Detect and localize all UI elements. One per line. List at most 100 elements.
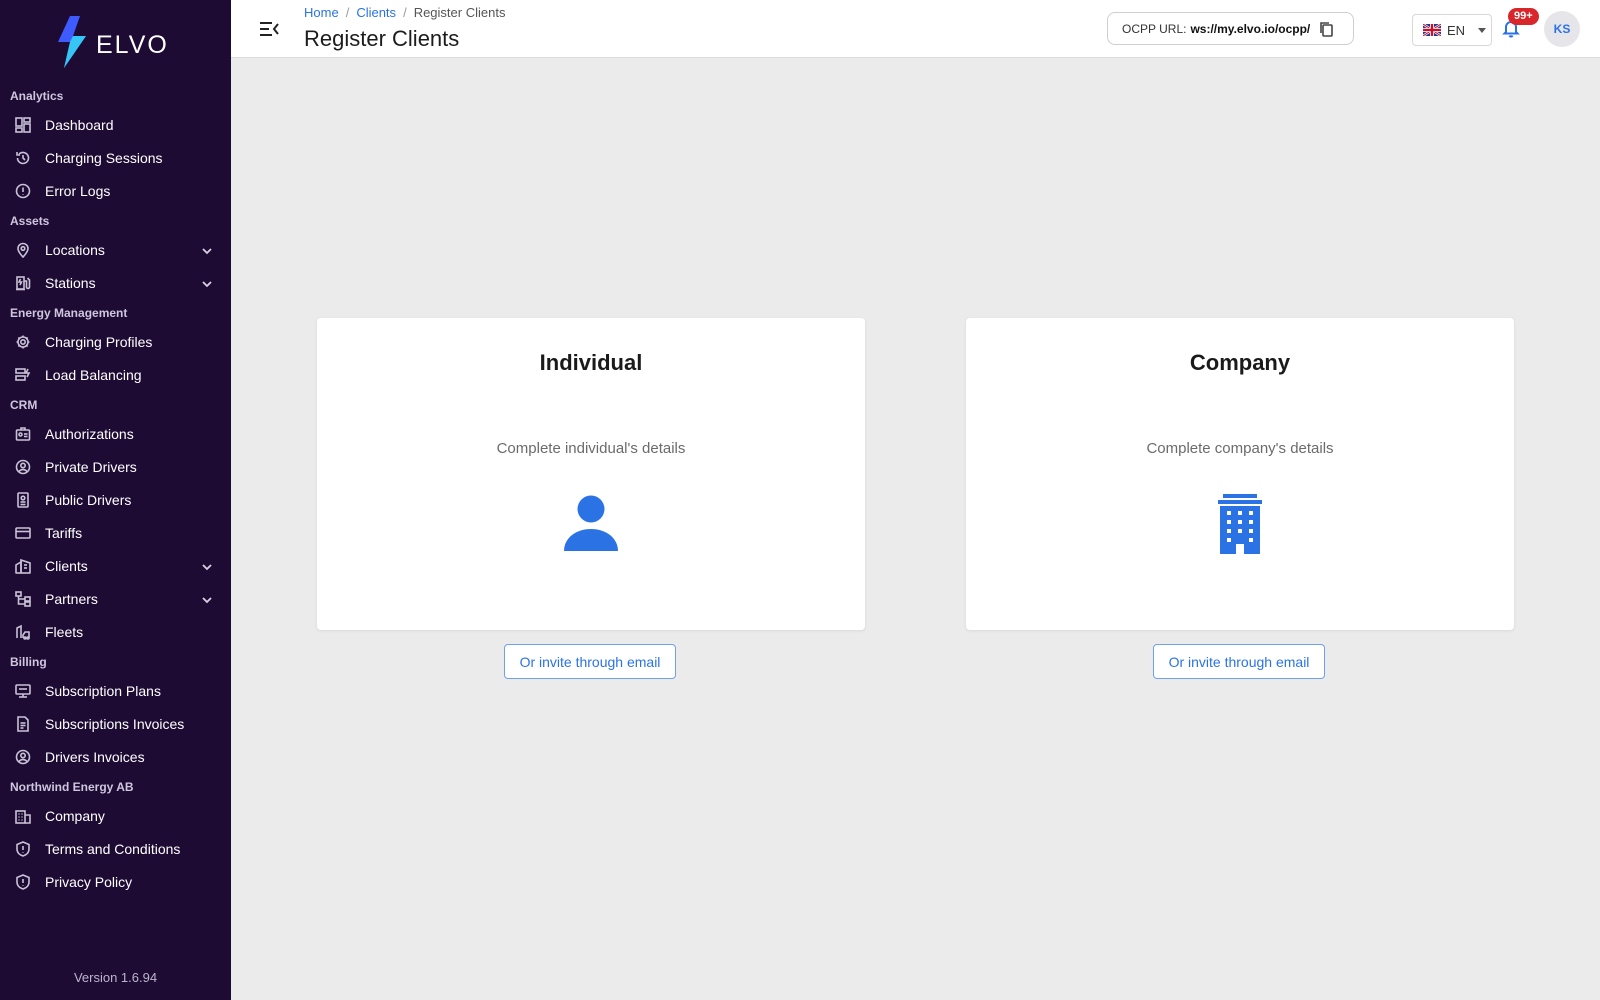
notification-badge: 99+ <box>1508 8 1539 25</box>
chevron-down-icon <box>1478 27 1487 33</box>
language-selector[interactable]: EN <box>1412 14 1492 46</box>
user-avatar[interactable]: KS <box>1544 11 1580 47</box>
sidebar-section-title: Northwind Energy AB <box>10 780 134 794</box>
id-card-icon <box>14 491 32 509</box>
collapse-menu-icon[interactable] <box>259 19 281 39</box>
sidebar-item-locations[interactable]: Locations <box>0 233 231 266</box>
company-invite-button[interactable]: Or invite through email <box>1153 644 1325 679</box>
sidebar-item-label: Clients <box>45 557 88 574</box>
individual-card[interactable]: Individual Complete individual's details <box>317 318 865 630</box>
sidebar-section-title: Assets <box>10 214 50 228</box>
user-circle-icon <box>14 458 32 476</box>
copy-icon[interactable] <box>1318 21 1334 37</box>
history-icon <box>14 149 32 167</box>
sidebar-item-privacy-policy[interactable]: Privacy Policy <box>0 865 231 898</box>
sidebar-item-label: Error Logs <box>45 182 111 199</box>
sidebar-item-company[interactable]: Company <box>0 799 231 832</box>
ocpp-url-value: ws://my.elvo.io/ocpp/ <box>1190 21 1311 36</box>
sidebar-item-public-drivers[interactable]: Public Drivers <box>0 483 231 516</box>
sidebar-item-subscription-plans[interactable]: Subscription Plans <box>0 674 231 707</box>
sidebar-item-partners[interactable]: Partners <box>0 582 231 615</box>
sidebar-item-label: Drivers Invoices <box>45 748 145 765</box>
sidebar-item-label: Subscriptions Invoices <box>45 715 185 732</box>
breadcrumb-home[interactable]: Home <box>304 5 339 20</box>
sidebar-section-title: Energy Management <box>10 306 128 320</box>
uk-flag-icon <box>1423 24 1441 36</box>
top-header: Home / Clients / Register Clients Regist… <box>231 0 1600 58</box>
company-card-subtitle: Complete company's details <box>1146 440 1334 457</box>
sidebar-item-label: Load Balancing <box>45 366 142 383</box>
shield-icon <box>14 873 32 891</box>
sidebar-item-label: Privacy Policy <box>45 873 133 890</box>
sidebar-item-error-logs[interactable]: Error Logs <box>0 174 231 207</box>
chevron-down-icon[interactable] <box>201 593 213 605</box>
alert-circle-icon <box>14 182 32 200</box>
dashboard-icon <box>14 116 32 134</box>
ocpp-url-box: OCPP URL: ws://my.elvo.io/ocpp/ <box>1107 12 1354 45</box>
sidebar-section-title: Analytics <box>10 89 64 103</box>
individual-card-title: Individual <box>539 350 643 375</box>
sidebar-item-charging-sessions[interactable]: Charging Sessions <box>0 141 231 174</box>
breadcrumb-separator: / <box>345 5 350 20</box>
building-icon <box>966 494 1514 554</box>
sidebar-item-fleets[interactable]: Fleets <box>0 615 231 648</box>
breadcrumb-current: Register Clients <box>413 5 506 20</box>
sidebar-item-label: Charging Sessions <box>45 149 163 166</box>
sidebar: ELVO Analytics Dashboard Charging Sessions… <box>0 0 231 1000</box>
sidebar-item-subscriptions-invoices[interactable]: Subscriptions Invoices <box>0 707 231 740</box>
individual-card-subtitle: Complete individual's details <box>496 440 686 457</box>
sidebar-nav: Analytics Dashboard Charging Sessions Error… <box>0 82 231 898</box>
user-circle-icon <box>14 748 32 766</box>
sidebar-item-clients[interactable]: Clients <box>0 549 231 582</box>
chevron-down-icon[interactable] <box>201 560 213 572</box>
company-card[interactable]: Company Complete company's details <box>966 318 1514 630</box>
sidebar-item-label: Fleets <box>45 623 84 640</box>
language-label: EN <box>1447 22 1466 38</box>
shield-icon <box>14 840 32 858</box>
sidebar-item-private-drivers[interactable]: Private Drivers <box>0 450 231 483</box>
sidebar-item-label: Dashboard <box>45 116 114 133</box>
chevron-down-icon[interactable] <box>201 244 213 256</box>
sidebar-item-charging-profiles[interactable]: Charging Profiles <box>0 325 231 358</box>
sidebar-item-label: Terms and Conditions <box>45 840 181 857</box>
sidebar-item-dashboard[interactable]: Dashboard <box>0 108 231 141</box>
fleet-icon <box>14 623 32 641</box>
page-title: Register Clients <box>304 26 460 51</box>
sidebar-item-label: Locations <box>45 241 105 258</box>
credit-card-icon <box>14 524 32 542</box>
sidebar-item-label: Company <box>45 807 105 824</box>
id-badge-icon <box>14 425 32 443</box>
sidebar-item-terms-and-conditions[interactable]: Terms and Conditions <box>0 832 231 865</box>
company-card-title: Company <box>1189 350 1291 375</box>
settings-gear-icon <box>14 333 32 351</box>
charging-station-icon <box>14 274 32 292</box>
sidebar-item-label: Tariffs <box>45 524 83 541</box>
sidebar-section-title: Billing <box>10 655 47 669</box>
sidebar-item-label: Stations <box>45 274 96 291</box>
sidebar-item-drivers-invoices[interactable]: Drivers Invoices <box>0 740 231 773</box>
sidebar-item-load-balancing[interactable]: Load Balancing <box>0 358 231 391</box>
sidebar-item-stations[interactable]: Stations <box>0 266 231 299</box>
building-icon <box>14 557 32 575</box>
sidebar-item-label: Partners <box>45 590 98 607</box>
logo-text: ELVO <box>96 30 169 59</box>
sidebar-item-label: Subscription Plans <box>45 682 161 699</box>
elvo-logo[interactable]: ELVO <box>56 16 169 68</box>
breadcrumb-clients[interactable]: Clients <box>356 5 396 20</box>
ocpp-url-label: OCPP URL: <box>1122 21 1187 36</box>
individual-invite-button[interactable]: Or invite through email <box>504 644 676 679</box>
breadcrumb: Home / Clients / Register Clients <box>304 5 505 20</box>
sidebar-item-tariffs[interactable]: Tariffs <box>0 516 231 549</box>
load-balancing-icon <box>14 366 32 384</box>
sidebar-item-label: Private Drivers <box>45 458 137 475</box>
sidebar-item-authorizations[interactable]: Authorizations <box>0 417 231 450</box>
map-pin-icon <box>14 241 32 259</box>
sidebar-item-label: Public Drivers <box>45 491 132 508</box>
chevron-down-icon[interactable] <box>201 277 213 289</box>
breadcrumb-separator: / <box>403 5 407 20</box>
sidebar-section-title: CRM <box>10 398 38 412</box>
person-icon <box>317 494 865 552</box>
company-icon <box>14 807 32 825</box>
hierarchy-icon <box>14 590 32 608</box>
invoice-icon <box>14 715 32 733</box>
